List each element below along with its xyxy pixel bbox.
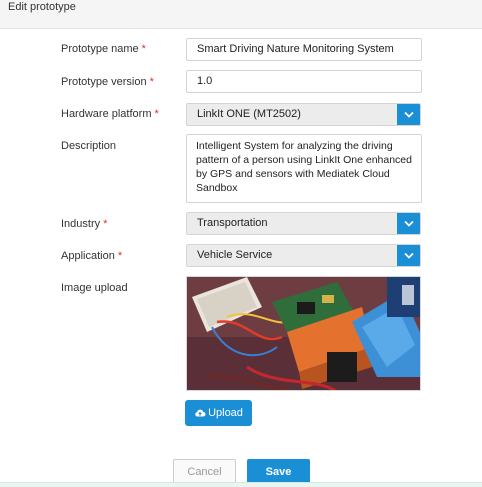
cloud-upload-icon [195, 409, 206, 417]
description-textarea[interactable]: Intelligent System for analyzing the dri… [186, 134, 422, 203]
application-select[interactable]: Vehicle Service [186, 244, 421, 267]
dialog-title: Edit prototype [8, 1, 76, 13]
chevron-down-icon [404, 252, 414, 259]
industry-dropdown-button[interactable] [397, 213, 420, 234]
prototype-version-input[interactable]: 1.0 [186, 70, 422, 93]
application-label: Application * [61, 250, 123, 262]
hardware-platform-dropdown-button[interactable] [397, 104, 420, 125]
prototype-version-label: Prototype version * [61, 76, 154, 88]
hardware-platform-value: LinkIt ONE (MT2502) [197, 108, 301, 120]
prototype-image [186, 276, 421, 391]
hardware-platform-label: Hardware platform * [61, 108, 159, 120]
industry-label: Industry * [61, 218, 108, 230]
image-upload-label: Image upload [61, 282, 128, 294]
dialog-header: Edit prototype [0, 0, 482, 29]
chevron-down-icon [404, 220, 414, 227]
upload-label: Upload [208, 407, 243, 419]
industry-value: Transportation [197, 217, 268, 229]
application-dropdown-button[interactable] [397, 245, 420, 266]
prototype-name-label: Prototype name * [61, 43, 146, 55]
prototype-photo [187, 277, 420, 390]
application-value: Vehicle Service [197, 249, 273, 261]
upload-button[interactable]: Upload [185, 400, 252, 426]
description-label: Description [61, 140, 117, 152]
footer-divider [0, 482, 482, 487]
hardware-platform-select[interactable]: LinkIt ONE (MT2502) [186, 103, 421, 126]
prototype-name-input[interactable]: Smart Driving Nature Monitoring System [186, 38, 422, 61]
industry-select[interactable]: Transportation [186, 212, 421, 235]
chevron-down-icon [404, 111, 414, 118]
